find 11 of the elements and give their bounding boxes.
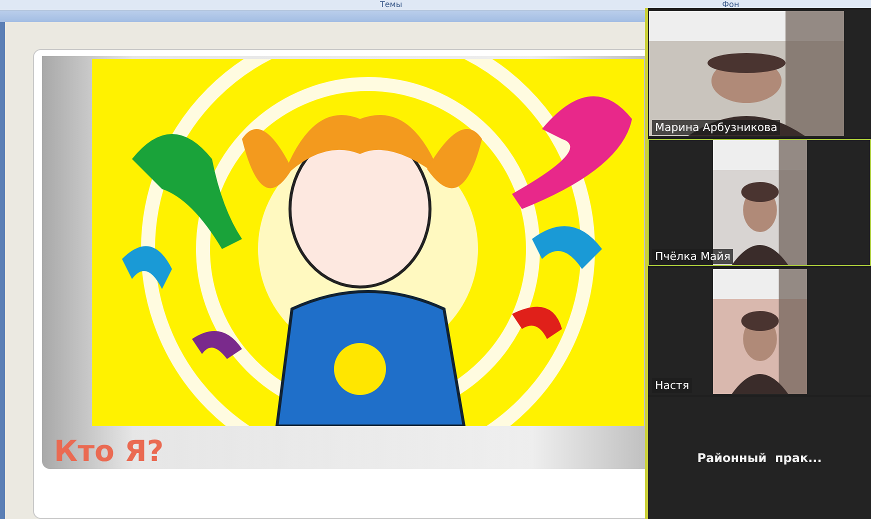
participant-tile[interactable]: Настя [648,268,871,395]
participant-tile[interactable]: Районный прак... [648,397,871,519]
participant-name: Пчёлка Майя [652,249,734,264]
slide-title: Кто Я? [54,434,164,468]
participant-tile[interactable]: Пчёлка Майя [648,139,871,266]
ribbon-group-label: Темы [380,0,402,10]
participant-name: Марина Арбузникова [652,120,780,135]
participant-name: Настя [652,378,692,393]
ribbon-group-label: Фон [722,0,740,10]
participant-name: Районный прак... [697,451,822,465]
participant-tile[interactable]: Марина Арбузникова [648,10,871,137]
